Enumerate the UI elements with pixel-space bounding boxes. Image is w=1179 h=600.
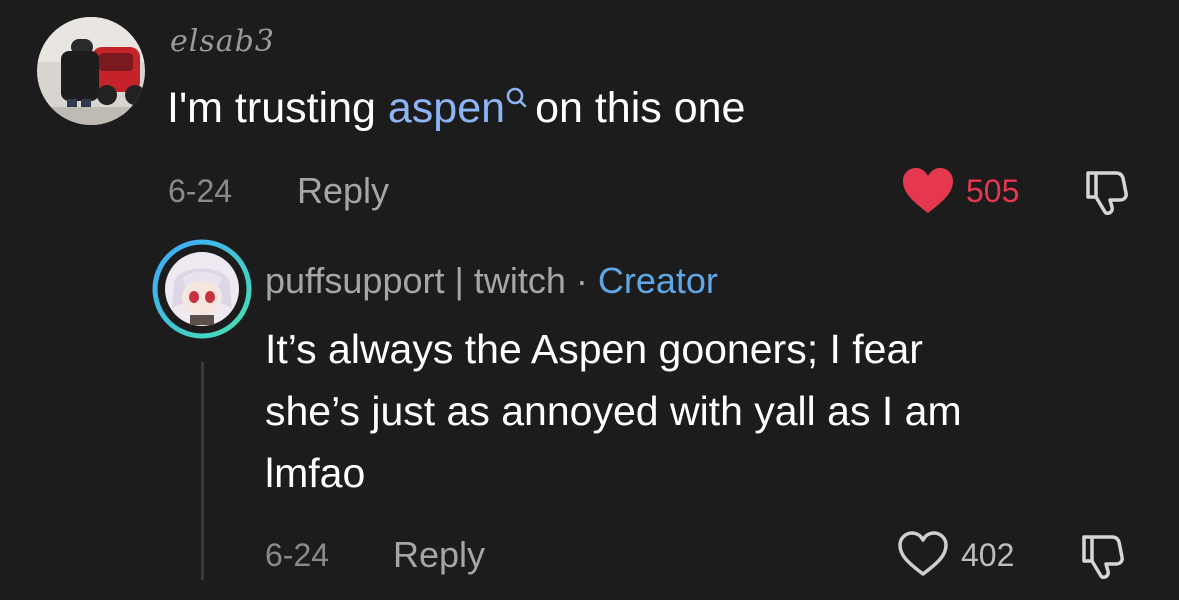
heart-icon[interactable] [901,166,955,216]
reply-text-line: lmfao [265,450,366,496]
avatar-anime-icon [152,239,252,339]
reply-date: 6-24 [265,537,330,573]
reply-username-line: puffsupport | twitch · Creator [265,260,718,302]
thumbs-down-icon[interactable] [1082,165,1134,217]
thumbs-down-icon[interactable] [1078,529,1130,581]
comment-date: 6-24 [168,173,233,209]
avatar-photo-icon [37,17,145,125]
reply-text-line: she’s just as annoyed with yall as I am [265,388,962,434]
thread-line [201,362,204,580]
comment-text-before: I'm trusting [167,84,388,132]
reply-username[interactable]: puffsupport | twitch [265,260,566,301]
comment-like-count: 505 [966,173,1020,209]
comment-text: I'm trusting aspen on this one [167,82,745,134]
search-icon[interactable] [505,86,527,116]
comment-reply-button[interactable]: Reply [297,170,389,212]
reply-text: It’s always the Aspen gooners; I fear sh… [265,318,1125,504]
creator-avatar[interactable] [152,239,252,339]
creator-badge: Creator [597,260,718,301]
avatar[interactable] [37,17,145,125]
heart-outline-icon[interactable] [897,530,949,578]
reply-text-line: It’s always the Aspen gooners; I fear [265,326,923,372]
username-separator: · [565,260,598,301]
reply-reply-button[interactable]: Reply [393,534,485,576]
reply-like-count: 402 [961,537,1015,573]
mention-link[interactable]: aspen [388,84,505,132]
comment-username[interactable]: elsab3 [170,24,275,59]
comment-text-after: on this one [535,84,746,132]
